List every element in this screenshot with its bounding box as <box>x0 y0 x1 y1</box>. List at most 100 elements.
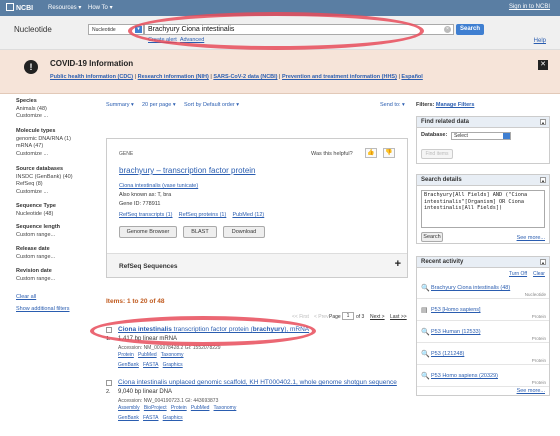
alert-icon: ! <box>24 60 38 74</box>
related-database-select[interactable]: Select <box>451 132 511 140</box>
covid-link[interactable]: Español <box>401 74 422 80</box>
see-more-activity-link[interactable]: See more... <box>517 388 545 394</box>
filter-item[interactable]: RefSeq (8) <box>16 181 73 189</box>
pubmed-link[interactable]: PubMed (12) <box>232 212 264 218</box>
activity-link[interactable]: P53 (121248) <box>431 351 464 357</box>
close-icon[interactable]: ✕ <box>538 60 548 70</box>
bioproject-link[interactable]: BioProject <box>144 405 167 411</box>
genbank-link[interactable]: GenBank <box>118 362 139 368</box>
result-title-link[interactable]: Ciona intestinalis unplaced genomic scaf… <box>118 379 397 386</box>
filter-item[interactable]: Animals (48) <box>16 106 48 114</box>
pubmed-link[interactable]: PubMed <box>191 405 210 411</box>
covid-link[interactable]: SARS-CoV-2 data (NCBI) <box>213 74 277 80</box>
filter-heading: Species <box>16 98 37 104</box>
next-page-link[interactable]: Next > <box>370 314 385 320</box>
activity-item[interactable]: 🔍 P53 Human (12533) Protein <box>417 323 549 343</box>
protein-link[interactable]: Protein <box>118 352 134 358</box>
activity-item[interactable]: 🔍 Brachyury Ciona intestinalis (48) Nucl… <box>417 279 549 299</box>
filter-item[interactable]: Custom range... <box>16 232 60 240</box>
activity-link[interactable]: P53 [Homo sapiens] <box>431 307 481 313</box>
filter-item[interactable]: Customize ... <box>16 151 71 159</box>
result-checkbox[interactable] <box>106 380 112 386</box>
filter-item[interactable]: mRNA (47) <box>16 143 71 151</box>
filter-item[interactable]: Custom range... <box>16 254 55 262</box>
thumbs-down-icon[interactable]: 👎 <box>383 148 395 158</box>
activity-db: Protein <box>531 380 546 385</box>
filter-item[interactable]: Customize ... <box>16 113 48 121</box>
filter-item[interactable]: Customize ... <box>16 189 73 197</box>
taxonomy-link[interactable]: Taxonomy <box>214 405 237 411</box>
assembly-link[interactable]: Assembly <box>118 405 140 411</box>
collapse-icon[interactable]: ▴ <box>540 259 546 265</box>
manage-filters-link[interactable]: Manage Filters <box>436 102 475 108</box>
collapse-icon[interactable]: ▴ <box>540 119 546 125</box>
howto-menu[interactable]: How To ▾ <box>88 4 113 11</box>
create-alert-link[interactable]: Create alert <box>148 37 177 43</box>
show-additional-filters-link[interactable]: Show additional filters <box>16 306 70 312</box>
pubmed-link[interactable]: PubMed <box>138 352 157 358</box>
activity-db: Protein <box>531 336 546 341</box>
covid-link[interactable]: Research information (NIH) <box>138 74 209 80</box>
activity-item[interactable]: 🔍 P53 (121248) Protein <box>417 345 549 365</box>
graphics-link[interactable]: Graphics <box>163 362 183 368</box>
fasta-link[interactable]: FASTA <box>143 362 158 368</box>
filter-item[interactable]: Nucleotide (48) <box>16 211 56 219</box>
download-button[interactable]: Download <box>223 226 265 238</box>
gene-aliases: Also known as: T, bra <box>119 192 172 198</box>
gene-title-link[interactable]: brachyury – transcription factor protein <box>119 166 256 175</box>
find-items-button[interactable]: Find items <box>421 149 453 159</box>
ncbi-logo[interactable]: NCBI <box>6 3 33 12</box>
covid-link[interactable]: Public health information (CDC) <box>50 74 133 80</box>
send-to-menu[interactable]: Send to: ▾ <box>380 102 405 108</box>
per-page-menu[interactable]: 20 per page ▾ <box>142 102 176 108</box>
blast-button[interactable]: BLAST <box>183 226 217 238</box>
filter-item[interactable]: INSDC (GenBank) (40) <box>16 174 73 182</box>
result-checkbox[interactable] <box>106 327 112 333</box>
see-more-link[interactable]: See more... <box>517 235 545 241</box>
last-page-link[interactable]: Last >> <box>390 314 407 320</box>
genbank-link[interactable]: GenBank <box>118 415 139 421</box>
page-number-input[interactable]: 1 <box>342 312 354 320</box>
result-links: Protein PubMed Taxonomy <box>118 352 184 358</box>
fasta-link[interactable]: FASTA <box>143 415 158 421</box>
advanced-link[interactable]: Advanced <box>180 37 204 43</box>
collapse-icon[interactable]: ▴ <box>540 177 546 183</box>
clear-activity-link[interactable]: Clear <box>533 271 545 277</box>
sort-menu[interactable]: Sort by Default order ▾ <box>184 102 239 108</box>
search-options: Create alert Advanced <box>148 37 204 43</box>
activity-link[interactable]: P53 Human (12533) <box>431 329 481 335</box>
refseq-sequences-section[interactable]: RefSeq Sequences + <box>107 253 407 277</box>
covid-link[interactable]: Prevention and treatment information (HH… <box>282 74 397 80</box>
filter-item[interactable]: genomic DNA/RNA (1) <box>16 136 71 144</box>
thumbs-up-icon[interactable]: 👍 <box>365 148 377 158</box>
activity-item[interactable]: 🔍 P53 Homo sapiens (20329) Protein <box>417 367 549 387</box>
genome-browser-button[interactable]: Genome Browser <box>119 226 177 238</box>
search-details-textarea[interactable]: Brachyury[All Fields] AND ("Ciona intest… <box>421 190 545 228</box>
activity-link[interactable]: P53 Homo sapiens (20329) <box>431 373 498 379</box>
clear-icon[interactable]: × <box>444 26 451 33</box>
sign-in-link[interactable]: Sign in to NCBI <box>509 4 550 10</box>
graphics-link[interactable]: Graphics <box>163 415 183 421</box>
clear-all-link[interactable]: Clear all <box>16 294 36 300</box>
filter-item[interactable]: Custom range... <box>16 276 55 284</box>
expand-icon[interactable]: + <box>395 258 401 270</box>
result-item: 2. Ciona intestinalis unplaced genomic s… <box>106 379 406 425</box>
result-number: 2. <box>106 389 111 395</box>
search-input[interactable]: Brachyury Ciona intestinalis × <box>144 24 454 35</box>
organism-link[interactable]: Ciona intestinalis (vase tunicate) <box>119 183 198 189</box>
turn-off-link[interactable]: Turn Off <box>509 271 527 277</box>
refseq-transcripts-link[interactable]: RefSeq transcripts (1) <box>119 212 173 218</box>
search-details-button[interactable]: Search <box>421 232 443 242</box>
activity-link[interactable]: Brachyury Ciona intestinalis (48) <box>431 285 510 291</box>
filter-revision-date: Revision date Custom range... <box>16 268 55 283</box>
result-title-link[interactable]: Ciona intestinalis transcription factor … <box>118 326 309 333</box>
help-link[interactable]: Help <box>534 38 546 44</box>
resources-menu[interactable]: Resources ▾ <box>48 4 81 11</box>
taxonomy-link[interactable]: Taxonomy <box>161 352 184 358</box>
activity-item[interactable]: ▤ P53 [Homo sapiens] Protein <box>417 301 549 321</box>
refseq-proteins-link[interactable]: RefSeq proteins (1) <box>179 212 227 218</box>
search-button[interactable]: Search <box>456 24 484 35</box>
database-select[interactable]: Nucleotide ▾ <box>88 24 144 35</box>
summary-format-menu[interactable]: Summary ▾ <box>106 102 134 108</box>
protein-link[interactable]: Protein <box>171 405 187 411</box>
